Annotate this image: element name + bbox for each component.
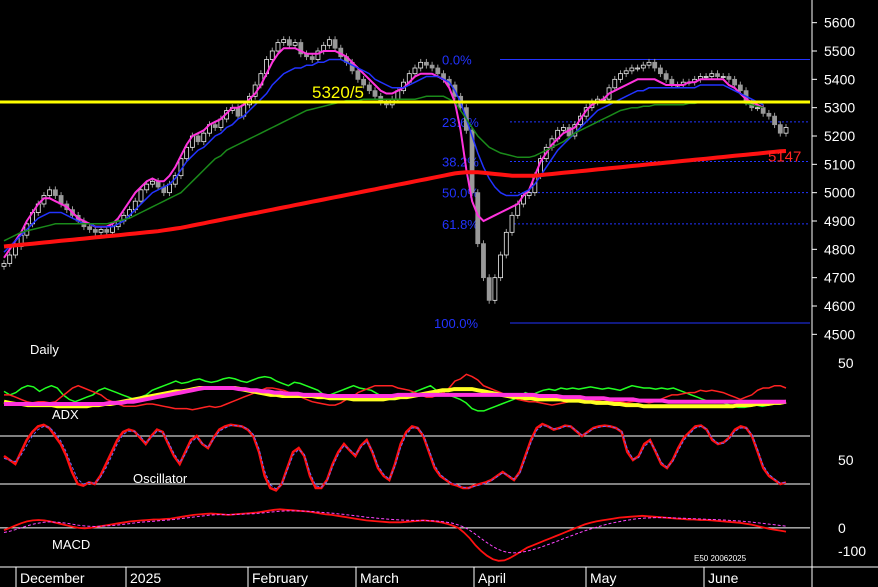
daily-label: Daily bbox=[30, 342, 59, 357]
candle-body bbox=[292, 42, 298, 46]
candle-body bbox=[715, 73, 720, 77]
candle-body bbox=[412, 67, 418, 75]
macd-tick-label: 0 bbox=[838, 520, 846, 536]
fib-level-label: 61.8% bbox=[442, 217, 479, 232]
candle-body bbox=[92, 229, 98, 233]
price-tick-label: 4600 bbox=[824, 298, 855, 314]
x-tick-label: May bbox=[590, 570, 616, 586]
candle-body bbox=[766, 112, 772, 117]
fib-level-label: 0.0% bbox=[442, 53, 472, 68]
price-tick-label: 5100 bbox=[824, 156, 855, 172]
fib-level-label: 100.0% bbox=[434, 316, 479, 331]
candle-body bbox=[703, 76, 709, 78]
candle-body bbox=[52, 189, 58, 196]
oscillator-tick-label: 50 bbox=[838, 452, 854, 468]
candle-body bbox=[720, 76, 726, 78]
candle-body bbox=[732, 78, 738, 86]
candle-body bbox=[150, 180, 155, 185]
candle-body bbox=[110, 226, 115, 233]
candle-body bbox=[760, 107, 766, 114]
candle-body bbox=[309, 56, 315, 60]
price-tick-label: 5600 bbox=[824, 15, 855, 31]
candle-body bbox=[618, 73, 623, 80]
candle-body bbox=[560, 127, 566, 131]
candle-body bbox=[777, 124, 783, 134]
candle-body bbox=[737, 84, 743, 92]
candle-body bbox=[492, 277, 498, 301]
price-tick-label: 5200 bbox=[824, 128, 855, 144]
oscillator-label: Oscillator bbox=[133, 471, 188, 486]
candle-body bbox=[629, 67, 635, 72]
candle-body bbox=[726, 76, 732, 80]
adx-label: ADX bbox=[52, 407, 79, 422]
candle-body bbox=[663, 73, 669, 80]
x-tick-label: March bbox=[360, 570, 399, 586]
candle-body bbox=[783, 127, 789, 134]
candle-body bbox=[332, 39, 338, 49]
candle-body bbox=[640, 64, 646, 69]
candle-body bbox=[652, 61, 658, 69]
stock-chart: 0.0%23.6%38.2%50.0%61.8%100.0% 5320/5514… bbox=[0, 0, 878, 587]
candle-body bbox=[423, 61, 429, 66]
candle-body bbox=[755, 107, 760, 110]
candle-body bbox=[772, 115, 777, 126]
candle-body bbox=[612, 78, 618, 89]
candle-body bbox=[498, 254, 503, 279]
candle-body bbox=[509, 214, 515, 233]
candle-body bbox=[138, 189, 144, 202]
candle-body bbox=[503, 231, 509, 256]
candle-body bbox=[195, 135, 201, 143]
candle-body bbox=[1, 263, 7, 267]
candle-body bbox=[104, 229, 110, 233]
candle-body bbox=[98, 229, 104, 233]
candle-body bbox=[486, 277, 492, 301]
candle-body bbox=[47, 189, 53, 196]
watermark-label: E50 20062025 bbox=[694, 554, 747, 563]
macd-tick-label: -100 bbox=[838, 543, 866, 559]
candle-body bbox=[372, 90, 378, 97]
resistance-label: 5320/5 bbox=[312, 83, 364, 102]
candle-body bbox=[635, 67, 640, 70]
candle-body bbox=[269, 50, 275, 60]
candle-body bbox=[623, 70, 629, 75]
candle-body bbox=[646, 61, 652, 66]
price-tick-label: 4700 bbox=[824, 270, 855, 286]
x-tick-label: April bbox=[478, 570, 506, 586]
candle-body bbox=[355, 70, 361, 80]
x-tick-label: June bbox=[708, 570, 739, 586]
price-tick-label: 4500 bbox=[824, 326, 855, 342]
candle-body bbox=[658, 67, 663, 75]
price-tick-label: 5400 bbox=[824, 71, 855, 87]
candle-body bbox=[475, 192, 481, 245]
candle-body bbox=[7, 254, 13, 264]
candle-body bbox=[526, 192, 532, 196]
candle-body bbox=[144, 183, 150, 191]
candle-body bbox=[201, 132, 207, 143]
price-tick-label: 5500 bbox=[824, 43, 855, 59]
candle-body bbox=[287, 39, 292, 46]
candle-body bbox=[87, 226, 93, 230]
candle-body bbox=[281, 39, 287, 43]
price-tick-label: 5300 bbox=[824, 100, 855, 116]
x-tick-label: 2025 bbox=[130, 570, 161, 586]
price-tick-label: 4800 bbox=[824, 241, 855, 257]
candle-body bbox=[709, 73, 715, 77]
price-tick-label: 4900 bbox=[824, 213, 855, 229]
x-tick-label: December bbox=[20, 570, 85, 586]
adx-tick-label: 50 bbox=[838, 355, 854, 371]
candle-body bbox=[212, 124, 218, 128]
candle-body bbox=[326, 39, 332, 46]
price-tick-label: 5000 bbox=[824, 185, 855, 201]
candle-body bbox=[235, 107, 241, 117]
candle-body bbox=[366, 84, 372, 92]
last-value-label: 5147 bbox=[768, 149, 801, 166]
candle-body bbox=[429, 64, 435, 69]
macd-label: MACD bbox=[52, 537, 90, 552]
x-tick-label: February bbox=[252, 570, 308, 586]
candle-body bbox=[418, 61, 424, 69]
candle-body bbox=[481, 243, 486, 279]
candle-body bbox=[275, 42, 281, 52]
candle-body bbox=[435, 67, 441, 75]
candle-body bbox=[13, 246, 18, 256]
